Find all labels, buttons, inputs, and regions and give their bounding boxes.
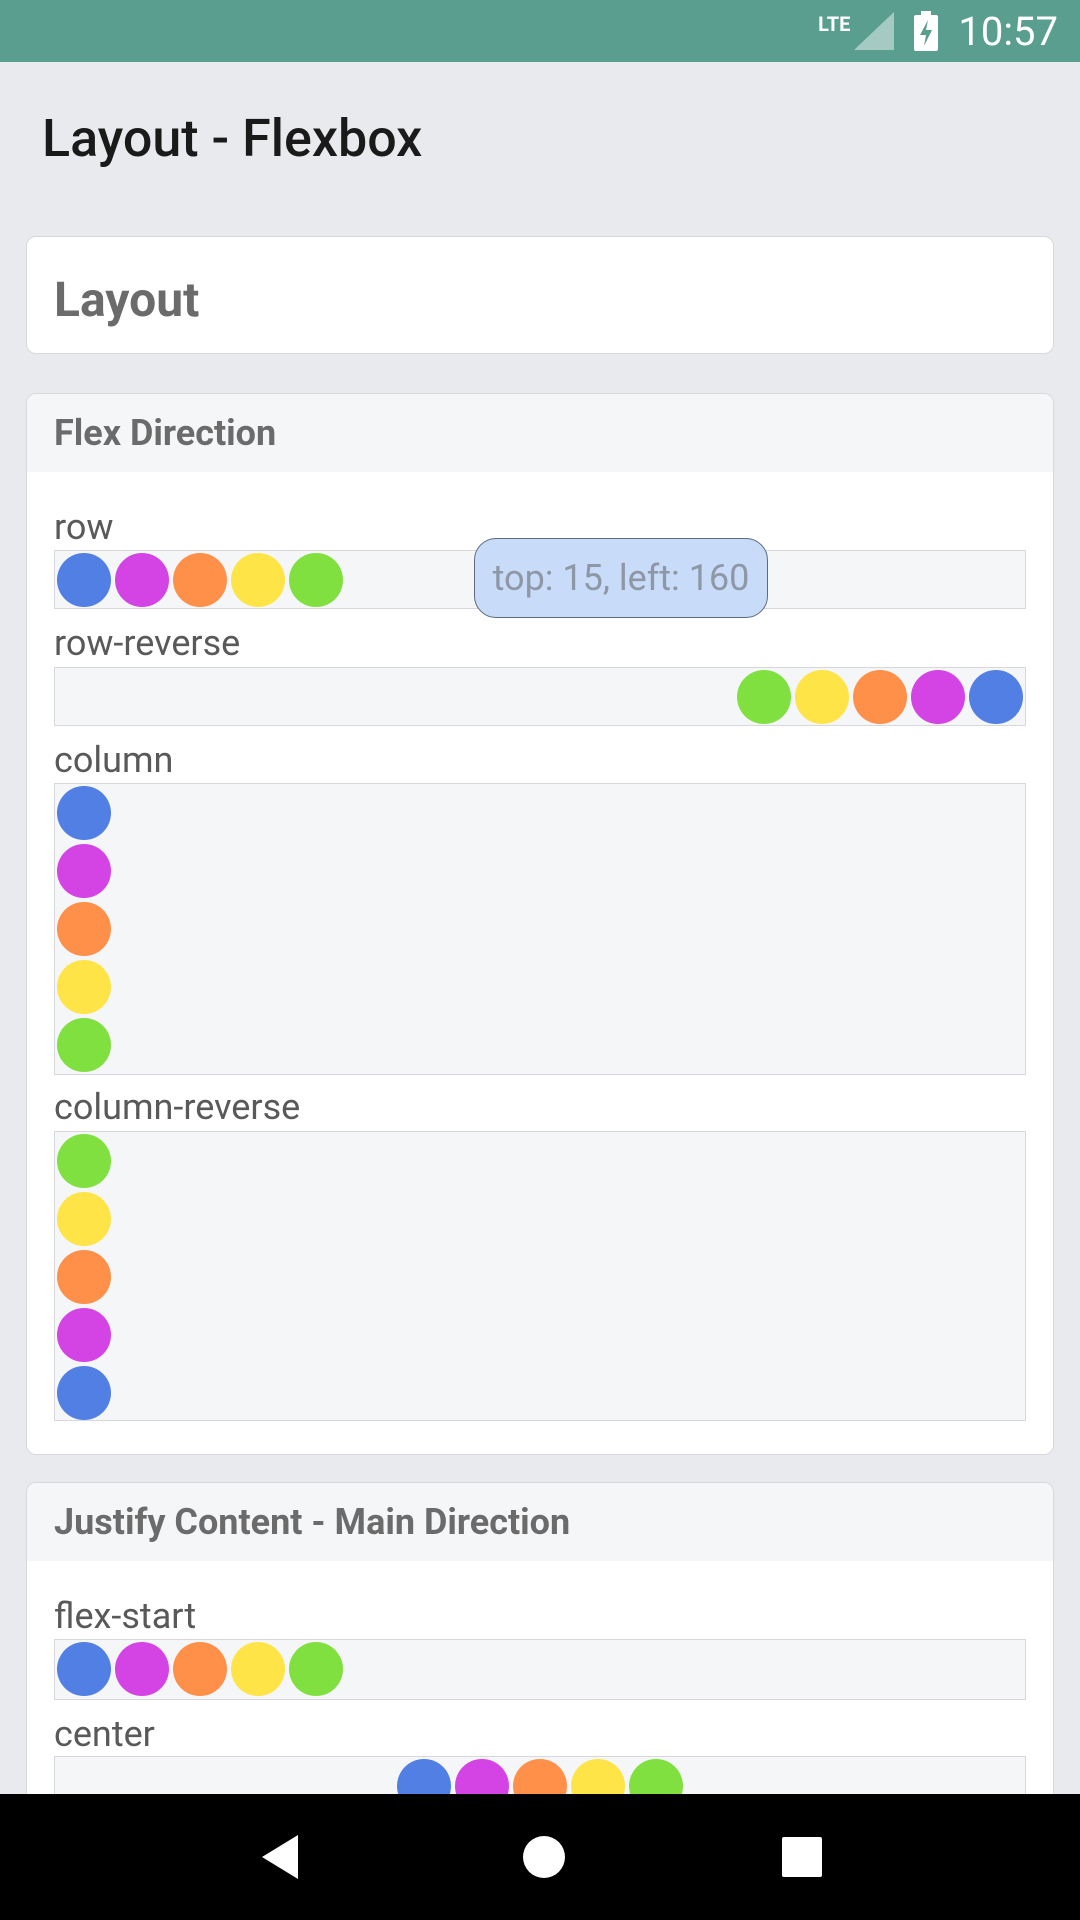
dot-green — [737, 670, 791, 724]
demo-box-flex-start — [54, 1639, 1026, 1700]
dot-orange — [57, 1250, 111, 1304]
home-icon[interactable] — [521, 1834, 567, 1880]
dot-orange — [853, 670, 907, 724]
recents-icon[interactable] — [782, 1837, 823, 1877]
layout-card: Layout — [26, 236, 1054, 354]
clock: 10:57 — [958, 7, 1058, 55]
dot-blue — [57, 553, 111, 607]
status-bar: LTE 10:57 — [0, 0, 1080, 62]
dot-blue — [969, 670, 1023, 724]
dot-yellow — [231, 553, 285, 607]
battery-charging-icon — [914, 11, 939, 51]
dot-blue — [57, 1642, 111, 1696]
demo-box-column-reverse — [54, 1131, 1026, 1421]
back-icon[interactable] — [258, 1833, 306, 1881]
dot-magenta — [115, 1642, 169, 1696]
section-label-row: row — [54, 506, 114, 548]
section-label-row-reverse: row-reverse — [54, 622, 241, 664]
section-label-column: column — [54, 739, 174, 781]
dot-orange — [173, 553, 227, 607]
dot-magenta — [911, 670, 965, 724]
dot-magenta — [115, 553, 169, 607]
dot-orange — [57, 902, 111, 956]
demo-box-column — [54, 783, 1026, 1075]
dot-magenta — [57, 844, 111, 898]
dot-blue — [57, 786, 111, 840]
dot-blue — [57, 1366, 111, 1420]
demo-box-row-reverse — [54, 667, 1026, 726]
section-label-center: center — [54, 1713, 155, 1755]
navigation-bar — [0, 1794, 1080, 1920]
dot-green — [57, 1018, 111, 1072]
dot-yellow — [57, 1192, 111, 1246]
justify-content-header: Justify Content - Main Direction — [27, 1483, 1053, 1561]
dot-green — [289, 553, 343, 607]
dot-yellow — [57, 960, 111, 1014]
section-label-column-reverse: column-reverse — [54, 1086, 301, 1128]
dot-green — [289, 1642, 343, 1696]
dot-orange — [173, 1642, 227, 1696]
layout-card-title: Layout — [54, 271, 200, 328]
dot-yellow — [795, 670, 849, 724]
signal-icon — [854, 12, 895, 50]
dot-magenta — [57, 1308, 111, 1362]
flex-direction-header: Flex Direction — [27, 394, 1053, 472]
dot-yellow — [231, 1642, 285, 1696]
network-type: LTE — [818, 12, 851, 36]
position-tooltip: top: 15, left: 160 — [474, 538, 768, 618]
page-title: Layout - Flexbox — [42, 108, 423, 169]
section-label-flex-start: flex-start — [54, 1595, 197, 1637]
dot-green — [57, 1134, 111, 1188]
